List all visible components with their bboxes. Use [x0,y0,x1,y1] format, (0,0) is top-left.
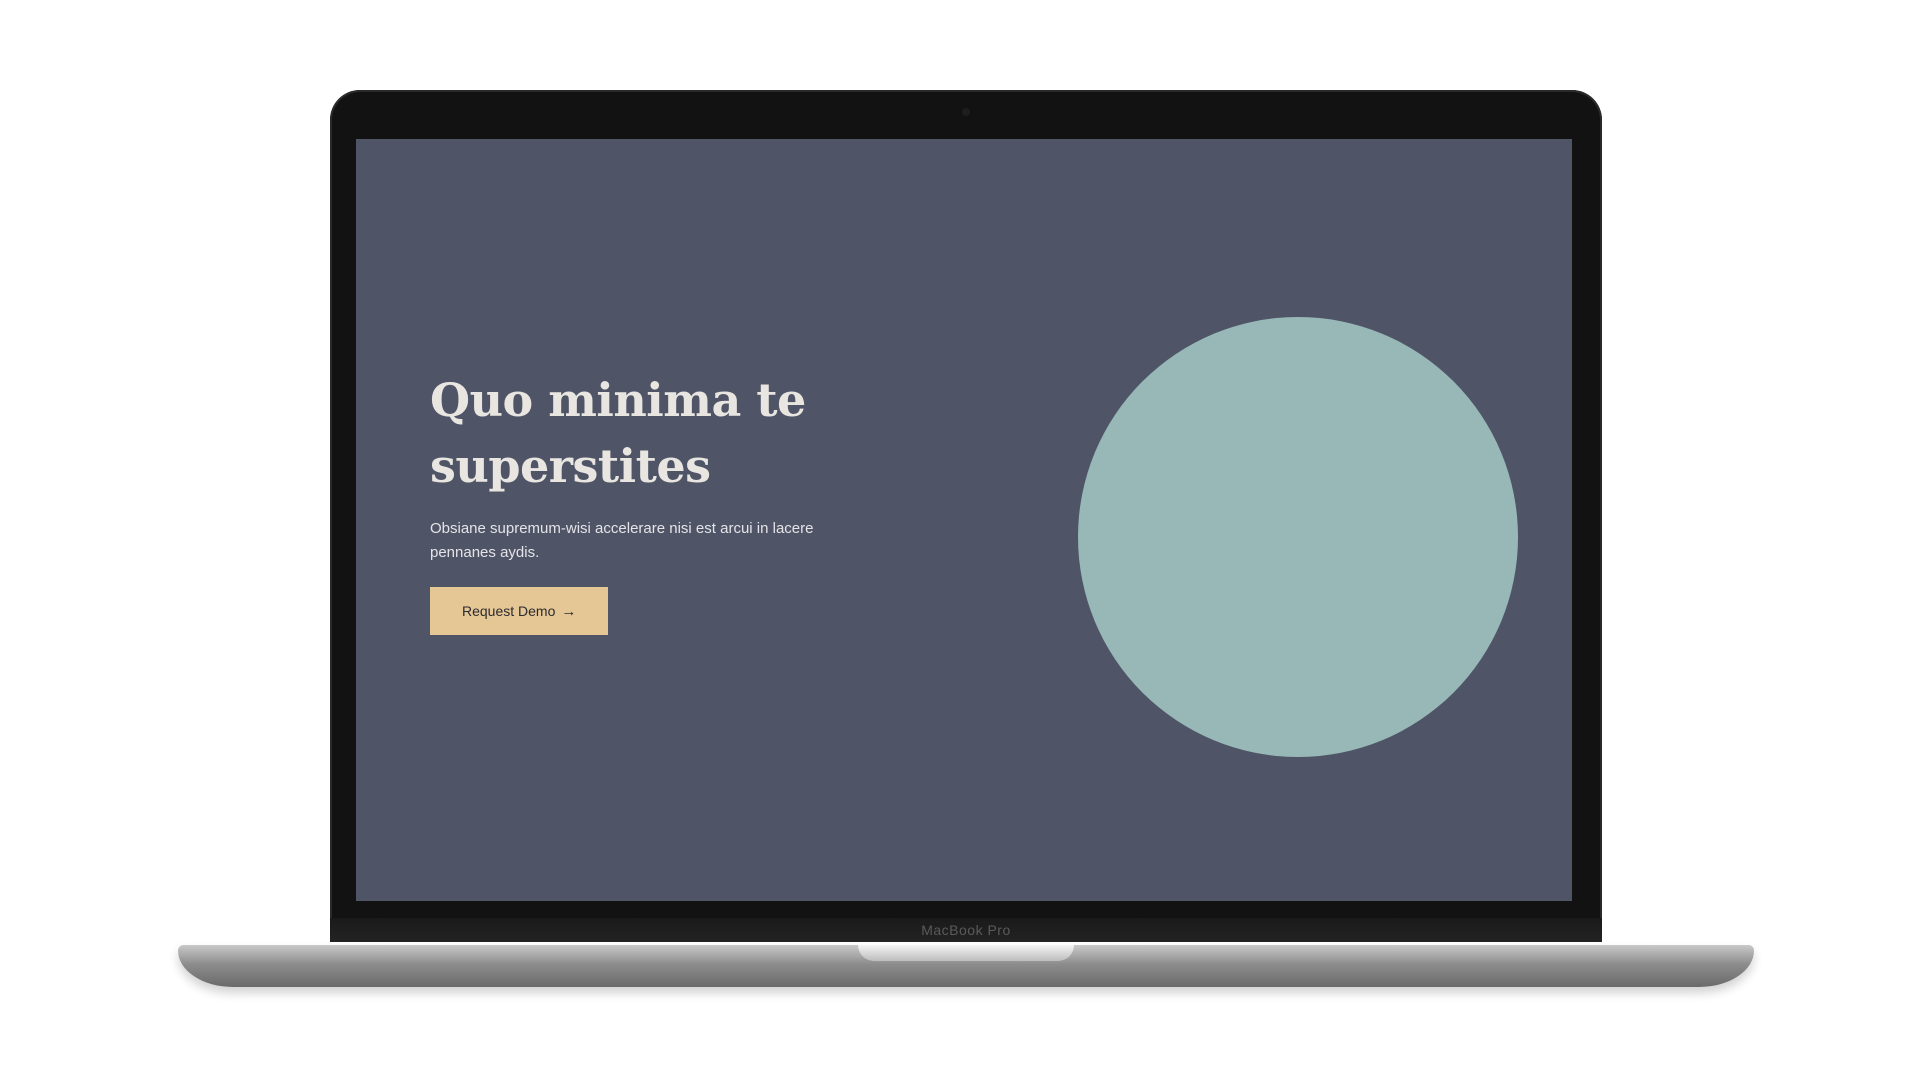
request-demo-label: Request Demo [462,603,556,619]
request-demo-button[interactable]: Request Demo → [430,587,609,635]
laptop-base [178,945,1754,987]
laptop-mockup: Quo minima te superstites Obsiane suprem… [0,0,1920,1080]
lid-notch [858,945,1074,961]
hero-circle-graphic [1078,317,1518,757]
hero-subtitle: Obsiane supremum-wisi accelerare nisi es… [430,520,814,561]
model-label: MacBook Pro [921,922,1011,938]
arrow-right-icon: → [561,602,577,620]
laptop-screen: Quo minima te superstites Obsiane suprem… [356,139,1572,901]
hero-title: Quo minima te superstites [430,373,806,493]
camera-icon [962,108,970,116]
hero-content: Quo minima te superstites Obsiane suprem… [430,367,950,635]
laptop-chin: MacBook Pro [330,918,1602,942]
